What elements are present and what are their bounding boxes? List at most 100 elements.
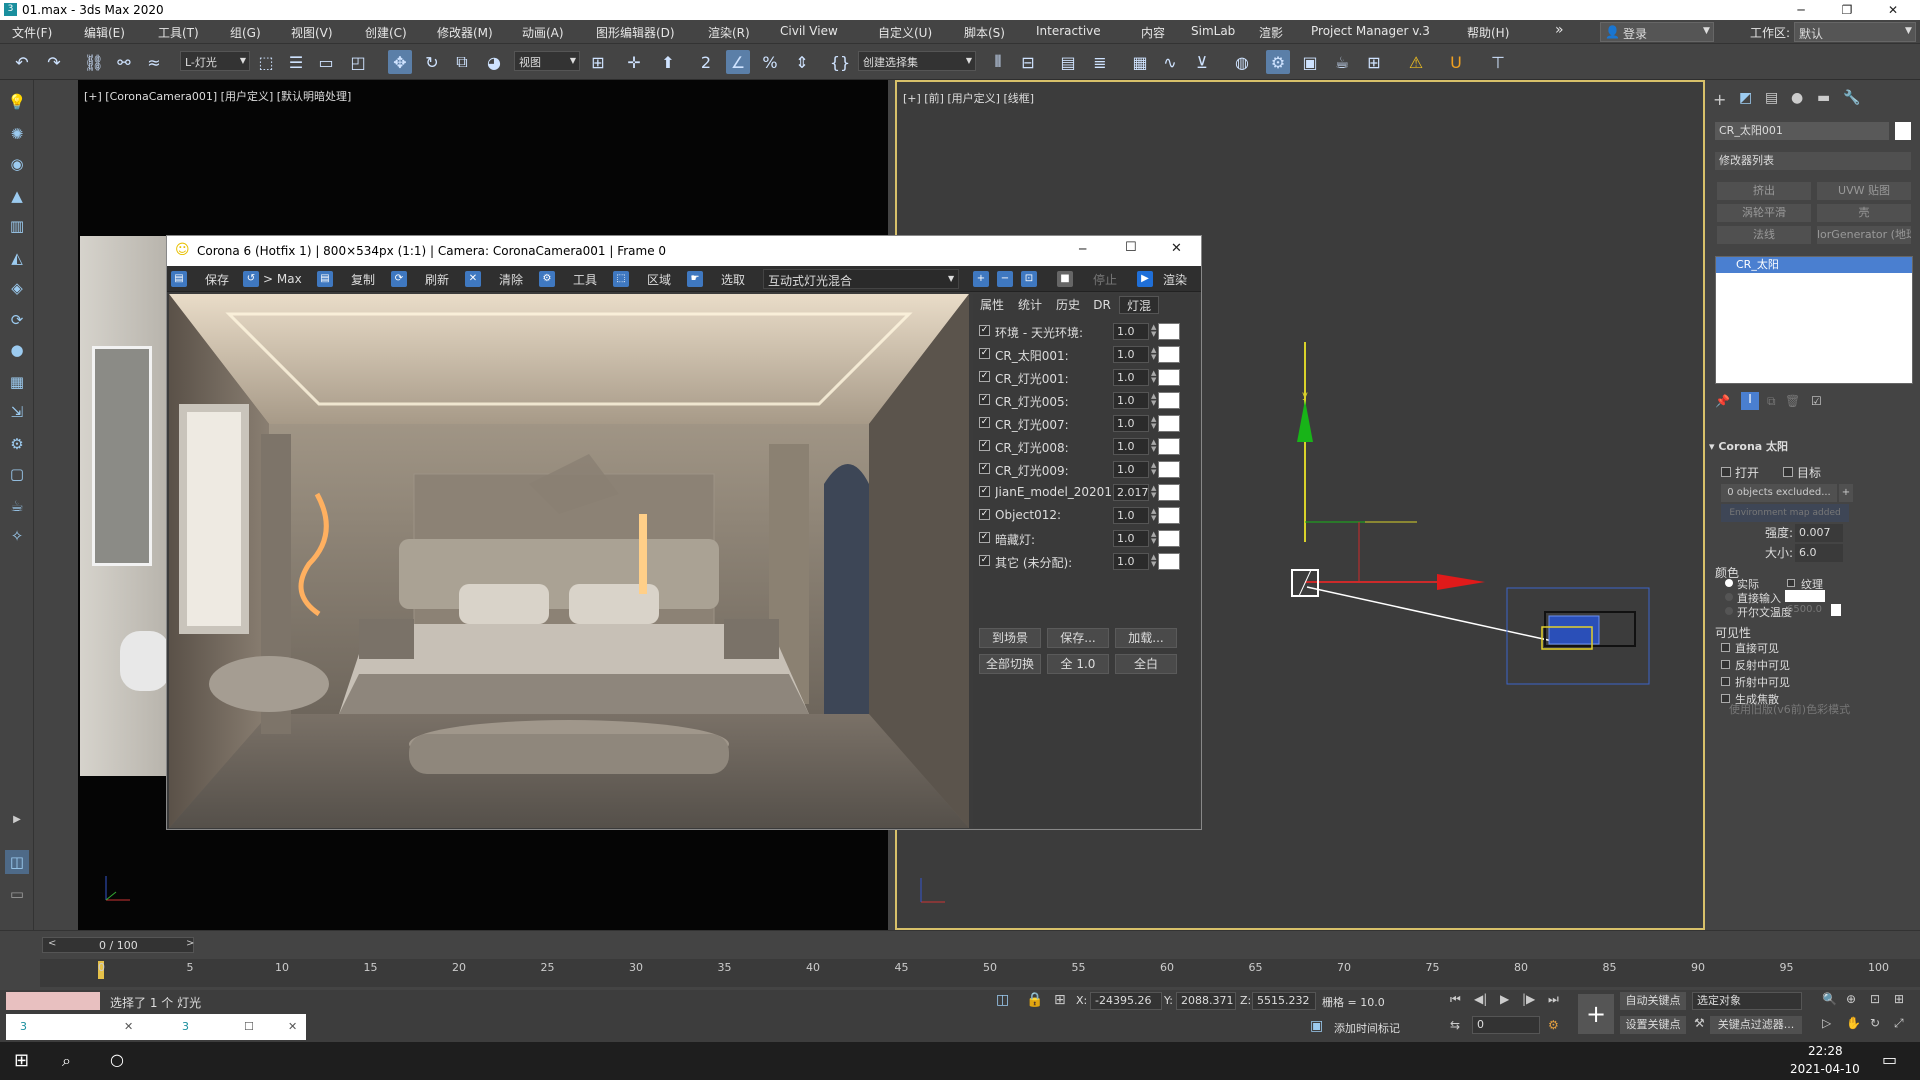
light-bulb-icon[interactable]: 💡 — [5, 90, 29, 114]
corona-close-icon[interactable]: ✕ — [1171, 241, 1182, 256]
search-icon[interactable]: ⌕ — [62, 1051, 71, 1071]
gear-group-icon[interactable]: ⚙ — [5, 432, 29, 456]
thumb-restore-icon[interactable]: ☐ — [244, 1020, 254, 1033]
modifier-icon[interactable]: ◭ — [5, 246, 29, 270]
windows-start-icon[interactable]: ⊞ — [14, 1050, 29, 1071]
menu-file[interactable]: 文件(F) — [12, 24, 52, 41]
light-intensity-field[interactable]: 1.0 — [1113, 438, 1149, 455]
corona-save-button[interactable]: ▤ 保存 — [171, 270, 229, 288]
light-enable-checkbox[interactable]: ✓ — [979, 555, 990, 566]
direct-color-swatch[interactable] — [1785, 590, 1825, 602]
spinner-snap-icon[interactable]: ⇕ — [790, 50, 814, 74]
corona-tools-button[interactable]: ⚙ 工具 — [539, 270, 597, 288]
maximize-icon[interactable]: ❐ — [1824, 0, 1870, 20]
light-intensity-field[interactable]: 1.0 — [1113, 346, 1149, 363]
maxscript-listener[interactable] — [6, 992, 100, 1010]
light-color-swatch[interactable] — [1158, 415, 1180, 432]
key-filters-button[interactable]: 关键点过滤器... — [1710, 1016, 1802, 1034]
orbit-icon[interactable]: ↻ — [1870, 1016, 1880, 1030]
light-enable-checkbox[interactable]: ✓ — [979, 325, 990, 336]
extra-toolbar-icon[interactable]: ⊤ — [1486, 50, 1510, 74]
material-icon[interactable]: ▥ — [5, 214, 29, 238]
layer-explorer-icon[interactable]: ≣ — [1088, 50, 1112, 74]
toggle-all-button[interactable]: 全部切换 — [979, 654, 1041, 674]
to-scene-button[interactable]: 到场景 — [979, 628, 1041, 648]
keyboard-shortcut-toggle-icon[interactable]: ⬆ — [656, 50, 680, 74]
tab-dr[interactable]: DR — [1089, 296, 1115, 314]
light-color-swatch[interactable] — [1158, 323, 1180, 340]
link-icon[interactable]: ⛓ — [82, 50, 106, 74]
light-color-swatch[interactable] — [1158, 438, 1180, 455]
menu-project-manager[interactable]: Project Manager v.3 — [1311, 24, 1430, 38]
light-intensity-field[interactable]: 1.0 — [1113, 461, 1149, 478]
light-enable-checkbox[interactable]: ✓ — [979, 417, 990, 428]
corona-stop-button[interactable]: ■ 停止 — [1057, 270, 1117, 288]
next-frame-icon[interactable]: > — [186, 938, 194, 949]
max-thumb-icon[interactable]: 3 — [20, 1020, 27, 1033]
light-color-swatch[interactable] — [1158, 346, 1180, 363]
menu-tools[interactable]: 工具(T) — [158, 24, 199, 41]
make-unique-icon[interactable]: ⧉ — [1767, 394, 1776, 409]
save-lightmix-button[interactable]: 保存... — [1047, 628, 1109, 648]
zoom-all-icon[interactable]: ⊕ — [1846, 992, 1856, 1006]
reload-icon[interactable]: ⟳ — [5, 308, 29, 332]
more-menu-icon[interactable]: » — [1555, 22, 1564, 38]
camera-icon[interactable]: ◉ — [5, 152, 29, 176]
menu-render-shadow[interactable]: 渲影 — [1259, 24, 1283, 41]
magnet-icon[interactable]: U — [1444, 50, 1468, 74]
menu-customize[interactable]: 自定义(U) — [878, 24, 932, 41]
real-radio[interactable] — [1725, 579, 1733, 587]
edit-named-selection-icon[interactable]: {} — [828, 50, 852, 74]
corona-render-button[interactable]: ▶ 渲染 — [1137, 270, 1187, 288]
light-intensity-field[interactable]: 1.0 — [1113, 530, 1149, 547]
corona-mode-dropdown[interactable]: 互动式灯光混合 ▼ — [763, 269, 959, 289]
render-production-icon[interactable]: ☕ — [1330, 50, 1354, 74]
spinner-arrows-icon[interactable]: ▲ ▼ — [1151, 347, 1156, 361]
rect-selection-icon[interactable]: ▭ — [314, 50, 338, 74]
visibility-checkbox[interactable] — [1721, 660, 1730, 669]
corona-maximize-icon[interactable]: ☐ — [1125, 240, 1137, 255]
texture-checkbox[interactable] — [1787, 579, 1795, 587]
teapot-icon[interactable]: ☕ — [5, 494, 29, 518]
mod-colorgenerator-button[interactable]: lorGenerator (地球 — [1817, 226, 1911, 244]
expand-arrow-icon[interactable]: ▶ — [5, 808, 29, 832]
corona-to-max-button[interactable]: ↺ > Max — [243, 270, 302, 288]
mod-normal-button[interactable]: 法线 — [1717, 226, 1811, 244]
current-frame-field[interactable]: 0 — [1472, 1016, 1540, 1034]
remove-modifier-icon[interactable]: 🗑 — [1785, 394, 1800, 408]
spinner-arrows-icon[interactable]: ▲ ▼ — [1151, 508, 1156, 522]
rollout-title[interactable]: ▾ Corona 太阳 — [1709, 438, 1788, 454]
visibility-checkbox[interactable] — [1721, 643, 1730, 652]
corona-refresh-button[interactable]: ⟳ 刷新 — [391, 270, 449, 288]
auto-key-button[interactable]: 自动关键点 — [1620, 992, 1686, 1010]
display-tab-icon[interactable]: ▬ — [1817, 90, 1830, 106]
zoom-icon[interactable]: 🔍 — [1822, 992, 1837, 1006]
prev-frame-icon[interactable]: < — [48, 938, 56, 949]
zoom-out-icon[interactable]: − — [997, 270, 1013, 288]
login-dropdown[interactable]: 👤 登录 ▼ — [1600, 22, 1714, 42]
intensity-field[interactable]: 0.007 — [1795, 524, 1843, 542]
menu-edit[interactable]: 编辑(E) — [84, 24, 125, 41]
tab-history[interactable]: 历史 — [1051, 296, 1085, 314]
utilities-tab-icon[interactable]: 🔧 — [1843, 90, 1860, 106]
viewport-layout-icon[interactable]: ◫ — [5, 850, 29, 874]
move-icon[interactable]: ✥ — [388, 50, 412, 74]
corona-clear-button[interactable]: ✕ 清除 — [465, 270, 523, 288]
set-key-icon[interactable]: + — [1578, 994, 1614, 1034]
set-key-button[interactable]: 设置关键点 — [1620, 1016, 1686, 1034]
target-checkbox[interactable] — [1783, 467, 1793, 477]
max-thumb-icon-2[interactable]: 3 — [182, 1020, 189, 1033]
render-in-cloud-icon[interactable]: ⊞ — [1362, 50, 1386, 74]
prev-key-icon[interactable]: ◀| — [1474, 992, 1487, 1006]
spinner-arrows-icon[interactable]: ▲ ▼ — [1151, 485, 1156, 499]
selected-object-dropdown[interactable]: 选定对象 — [1692, 992, 1802, 1010]
layer-icon[interactable]: ◈ — [5, 276, 29, 300]
modify-tab-icon[interactable]: ◩ — [1739, 90, 1752, 106]
corona-select-button[interactable]: ☛ 选取 — [687, 270, 745, 288]
next-key-icon[interactable]: |▶ — [1522, 992, 1535, 1006]
light-color-swatch[interactable] — [1158, 507, 1180, 524]
ribbon-icon[interactable]: ▦ — [1128, 50, 1152, 74]
mod-extrude-button[interactable]: 挤出 — [1717, 182, 1811, 200]
sphere-icon[interactable]: ● — [5, 338, 29, 362]
light-enable-checkbox[interactable]: ✓ — [979, 532, 990, 543]
